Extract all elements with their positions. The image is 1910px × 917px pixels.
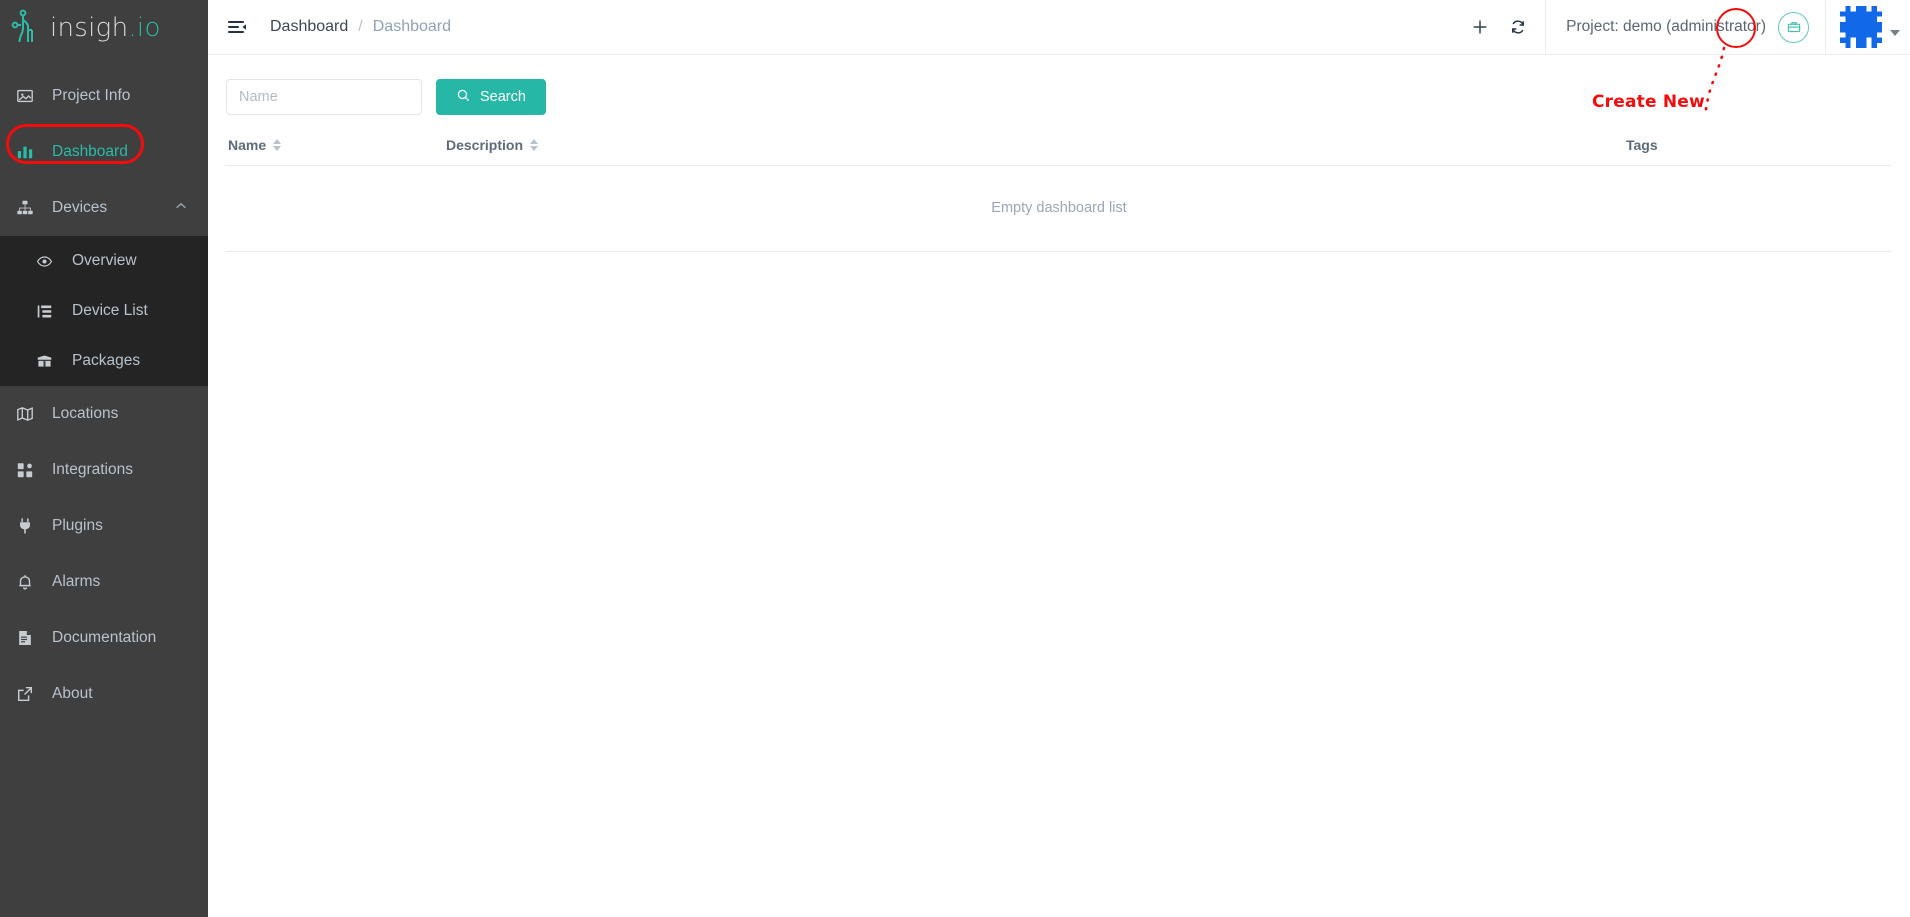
dashboard-content: Search Name Description bbox=[208, 55, 1910, 252]
sidebar-item-label: Locations bbox=[52, 405, 119, 423]
empty-state-message: Empty dashboard list bbox=[226, 165, 1892, 252]
sidebar-item-about[interactable]: About bbox=[0, 666, 208, 722]
sidebar-item-label: Plugins bbox=[52, 517, 103, 535]
sidebar-subitem-label: Overview bbox=[72, 252, 137, 270]
sidebar-item-documentation[interactable]: Documentation bbox=[0, 610, 208, 666]
refresh-button[interactable] bbox=[1503, 12, 1533, 42]
sidebar-item-device-list[interactable]: Device List bbox=[0, 286, 208, 336]
breadcrumb-root[interactable]: Dashboard bbox=[270, 18, 348, 36]
grid-icon bbox=[14, 459, 36, 481]
sidebar-subitem-label: Packages bbox=[72, 352, 141, 370]
sidebar-item-label: About bbox=[52, 685, 93, 703]
column-header-tags: Tags bbox=[1626, 137, 1892, 166]
image-icon bbox=[14, 85, 36, 107]
project-label: Project: demo (administrator) bbox=[1566, 18, 1766, 35]
user-menu[interactable] bbox=[1826, 6, 1910, 48]
breadcrumb-current: Dashboard bbox=[372, 18, 452, 35]
sidebar-item-integrations[interactable]: Integrations bbox=[0, 442, 208, 498]
brand-name: insigh.io bbox=[50, 13, 161, 43]
sidebar: insigh.io Project Info Dashboard Devices… bbox=[0, 0, 208, 917]
brand-logo[interactable]: insigh.io bbox=[0, 0, 208, 56]
search-button[interactable]: Search bbox=[436, 79, 546, 115]
sidebar-item-devices[interactable]: Devices bbox=[0, 180, 208, 236]
table-head: Name Description Tags bbox=[226, 137, 1892, 166]
sidebar-subitem-label: Device List bbox=[72, 302, 148, 320]
sidebar-item-label: Devices bbox=[52, 199, 108, 217]
sidebar-item-dashboard[interactable]: Dashboard bbox=[0, 124, 208, 180]
devices-submenu: Overview Device List Packages bbox=[0, 236, 208, 386]
column-label: Tags bbox=[1626, 137, 1658, 153]
search-input[interactable] bbox=[226, 79, 422, 115]
sidebar-item-locations[interactable]: Locations bbox=[0, 386, 208, 442]
sidebar-item-overview[interactable]: Overview bbox=[0, 236, 208, 286]
sidebar-item-plugins[interactable]: Plugins bbox=[0, 498, 208, 554]
column-label: Name bbox=[228, 137, 267, 153]
sidebar-item-alarms[interactable]: Alarms bbox=[0, 554, 208, 610]
sidebar-item-label: Dashboard bbox=[52, 143, 128, 161]
insighio-circuit-logo-icon bbox=[10, 8, 44, 48]
hamburger-collapse-icon[interactable] bbox=[214, 17, 260, 37]
top-bar-actions: Project: demo (administrator) bbox=[1463, 0, 1910, 55]
box-icon bbox=[34, 351, 54, 371]
sidebar-nav: Project Info Dashboard Devices Overview … bbox=[0, 68, 208, 722]
document-icon bbox=[14, 627, 36, 649]
sidebar-item-packages[interactable]: Packages bbox=[0, 336, 208, 386]
breadcrumb-separator: / bbox=[358, 18, 363, 35]
external-link-icon bbox=[14, 683, 36, 705]
bell-icon bbox=[14, 571, 36, 593]
identicon-avatar-icon bbox=[1840, 6, 1882, 48]
map-icon bbox=[14, 403, 36, 425]
plug-icon bbox=[14, 515, 36, 537]
column-label: Description bbox=[446, 137, 524, 153]
sitemap-icon bbox=[14, 197, 36, 219]
sidebar-item-label: Project Info bbox=[52, 87, 131, 105]
list-tree-icon bbox=[34, 301, 54, 321]
chevron-up-icon[interactable] bbox=[174, 199, 188, 218]
app-root: insigh.io Project Info Dashboard Devices… bbox=[0, 0, 1910, 917]
sort-icon[interactable] bbox=[273, 139, 282, 151]
project-selector[interactable]: Project: demo (administrator) bbox=[1545, 0, 1826, 55]
sidebar-item-label: Documentation bbox=[52, 629, 157, 647]
search-button-label: Search bbox=[480, 89, 526, 105]
search-icon bbox=[456, 88, 471, 107]
main-area: Dashboard / Dashboard Project: demo (adm… bbox=[208, 0, 1910, 917]
caret-down-icon[interactable] bbox=[1890, 30, 1900, 36]
eye-icon bbox=[34, 251, 54, 271]
bar-chart-icon bbox=[14, 141, 36, 163]
sidebar-item-label: Integrations bbox=[52, 461, 133, 479]
brand-suffix: .io bbox=[128, 13, 161, 43]
table-body: Empty dashboard list bbox=[226, 165, 1892, 252]
sidebar-item-label: Alarms bbox=[52, 573, 101, 591]
create-new-button[interactable] bbox=[1463, 10, 1497, 44]
breadcrumb: Dashboard / Dashboard bbox=[270, 18, 451, 36]
dashboard-table: Name Description Tags Empty dashboard li… bbox=[226, 137, 1892, 252]
table-empty-row: Empty dashboard list bbox=[226, 165, 1892, 252]
sidebar-item-project-info[interactable]: Project Info bbox=[0, 68, 208, 124]
sort-icon[interactable] bbox=[530, 139, 539, 151]
column-header-description[interactable]: Description bbox=[446, 137, 1626, 166]
top-bar: Dashboard / Dashboard Project: demo (adm… bbox=[208, 0, 1910, 55]
search-row: Search bbox=[226, 79, 1892, 115]
column-header-name[interactable]: Name bbox=[226, 137, 446, 166]
table-header-row: Name Description Tags bbox=[226, 137, 1892, 166]
briefcase-icon[interactable] bbox=[1778, 11, 1809, 43]
